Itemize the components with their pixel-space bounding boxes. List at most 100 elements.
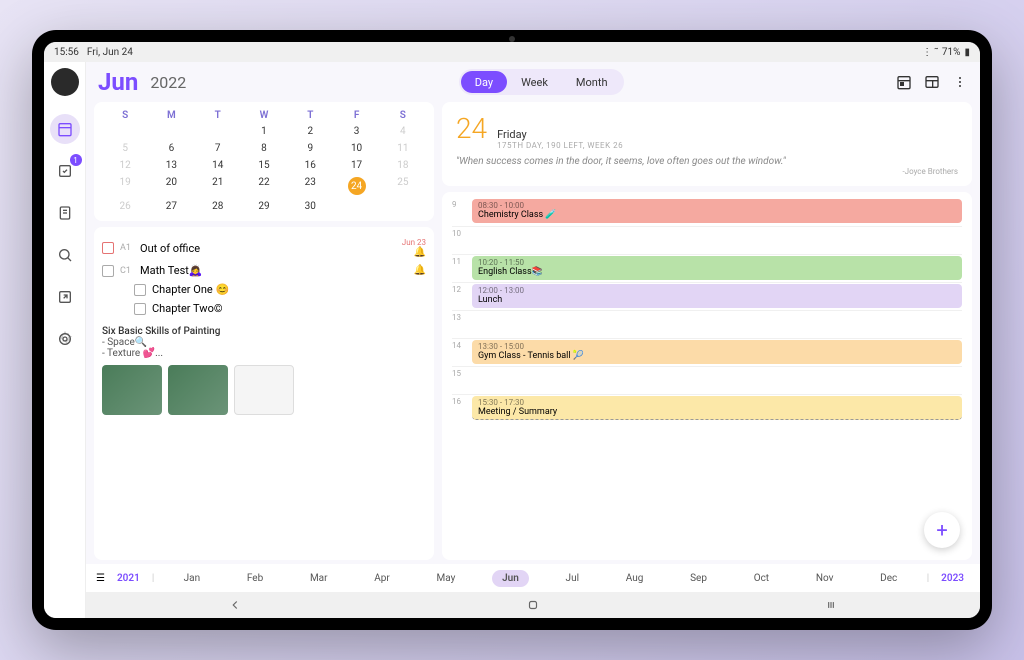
cal-day[interactable]: 5 bbox=[102, 140, 148, 157]
schedule-row: 1110:20 - 11:50English Class📚 bbox=[452, 254, 962, 282]
cal-day[interactable]: 12 bbox=[102, 157, 148, 174]
add-event-button[interactable]: + bbox=[924, 512, 960, 548]
checkbox[interactable] bbox=[102, 242, 114, 254]
sidebar-calendar-button[interactable] bbox=[50, 114, 80, 144]
recent-button[interactable] bbox=[824, 598, 838, 612]
battery-icon: ▮ bbox=[964, 47, 970, 58]
strip-month-apr[interactable]: Apr bbox=[364, 570, 400, 587]
cal-day[interactable]: 22 bbox=[241, 174, 287, 198]
strip-month-may[interactable]: May bbox=[427, 570, 466, 587]
note-thumbnail[interactable] bbox=[168, 365, 228, 415]
menu-icon[interactable]: ☰ bbox=[96, 573, 105, 584]
strip-month-nov[interactable]: Nov bbox=[806, 570, 844, 587]
schedule-hour: 9 bbox=[452, 198, 472, 209]
schedule-row: 15 bbox=[452, 366, 962, 394]
cal-day[interactable]: 15 bbox=[241, 157, 287, 174]
view-month-button[interactable]: Month bbox=[562, 71, 622, 93]
cal-day[interactable]: 1 bbox=[241, 123, 287, 140]
cal-day[interactable]: 13 bbox=[148, 157, 194, 174]
event-title: Meeting / Summary bbox=[478, 407, 956, 417]
schedule-event[interactable]: 12:00 - 13:00Lunch bbox=[472, 284, 962, 308]
avatar[interactable] bbox=[51, 68, 79, 96]
view-week-button[interactable]: Week bbox=[507, 71, 562, 93]
checkbox[interactable] bbox=[134, 284, 146, 296]
cal-day[interactable]: 21 bbox=[195, 174, 241, 198]
cal-day[interactable]: 27 bbox=[148, 198, 194, 215]
back-button[interactable] bbox=[228, 598, 242, 612]
header-year: 2022 bbox=[150, 73, 186, 92]
sidebar-settings-button[interactable] bbox=[50, 324, 80, 354]
checkbox[interactable] bbox=[134, 303, 146, 315]
subtask-item[interactable]: Chapter Two© bbox=[134, 299, 426, 318]
note-thumbnail[interactable] bbox=[234, 365, 294, 415]
event-title: Lunch bbox=[478, 295, 956, 305]
event-time: 08:30 - 10:00 bbox=[478, 201, 956, 210]
strip-month-feb[interactable]: Feb bbox=[237, 570, 273, 587]
sidebar-tasks-button[interactable]: 1 bbox=[50, 156, 80, 186]
sidebar-search-button[interactable] bbox=[50, 240, 80, 270]
cal-day[interactable]: 6 bbox=[148, 140, 194, 157]
today-icon[interactable] bbox=[896, 74, 912, 90]
cal-day[interactable]: 4 bbox=[380, 123, 426, 140]
cal-day[interactable]: 24 bbox=[333, 174, 379, 198]
cal-day[interactable]: 3 bbox=[333, 123, 379, 140]
view-toggle: Day Week Month bbox=[459, 69, 624, 95]
schedule-hour: 15 bbox=[452, 367, 472, 378]
task-item[interactable]: C1 Math Test🙇‍♀️ 🔔 bbox=[102, 261, 426, 280]
cal-day[interactable]: 28 bbox=[195, 198, 241, 215]
strip-month-mar[interactable]: Mar bbox=[300, 570, 338, 587]
sidebar-share-button[interactable] bbox=[50, 282, 80, 312]
strip-month-jan[interactable]: Jan bbox=[174, 570, 210, 587]
strip-month-jun[interactable]: Jun bbox=[492, 570, 529, 587]
note-thumbnail[interactable] bbox=[102, 365, 162, 415]
cal-day[interactable]: 16 bbox=[287, 157, 333, 174]
cal-day[interactable]: 26 bbox=[102, 198, 148, 215]
cal-day[interactable]: 25 bbox=[380, 174, 426, 198]
schedule-hour: 12 bbox=[452, 283, 472, 294]
cal-day[interactable]: 14 bbox=[195, 157, 241, 174]
strip-month-aug[interactable]: Aug bbox=[616, 570, 654, 587]
cal-dow: W bbox=[241, 108, 287, 123]
cal-dow: T bbox=[195, 108, 241, 123]
prev-year[interactable]: 2021 bbox=[111, 573, 146, 584]
home-button[interactable] bbox=[526, 598, 540, 612]
cal-day[interactable]: 17 bbox=[333, 157, 379, 174]
cal-day[interactable]: 30 bbox=[287, 198, 333, 215]
strip-month-jul[interactable]: Jul bbox=[556, 570, 589, 587]
strip-month-sep[interactable]: Sep bbox=[680, 570, 717, 587]
schedule-row: 1413:30 - 15:00Gym Class - Tennis ball 🎾 bbox=[452, 338, 962, 366]
view-day-button[interactable]: Day bbox=[461, 71, 507, 93]
cal-day[interactable]: 2 bbox=[287, 123, 333, 140]
cal-day[interactable]: 20 bbox=[148, 174, 194, 198]
layout-icon[interactable] bbox=[924, 74, 940, 90]
cal-day[interactable]: 29 bbox=[241, 198, 287, 215]
strip-month-dec[interactable]: Dec bbox=[870, 570, 907, 587]
checkbox[interactable] bbox=[102, 265, 114, 277]
subtask-item[interactable]: Chapter One 😊 bbox=[134, 280, 426, 299]
header: Jun 2022 Day Week Month bbox=[86, 62, 980, 102]
schedule-event[interactable]: 08:30 - 10:00Chemistry Class 🧪 bbox=[472, 199, 962, 223]
more-icon[interactable] bbox=[952, 74, 968, 90]
schedule-event[interactable]: 15:30 - 17:30Meeting / Summary bbox=[472, 396, 962, 420]
cal-day[interactable]: 19 bbox=[102, 174, 148, 198]
strip-month-oct[interactable]: Oct bbox=[744, 570, 779, 587]
next-year[interactable]: 2023 bbox=[935, 573, 970, 584]
sidebar-notes-button[interactable] bbox=[50, 198, 80, 228]
cal-dow: T bbox=[287, 108, 333, 123]
note-section: Six Basic Skills of Painting - Space🔍 - … bbox=[102, 326, 426, 415]
cal-day[interactable]: 10 bbox=[333, 140, 379, 157]
cal-day[interactable]: 11 bbox=[380, 140, 426, 157]
event-title: Gym Class - Tennis ball 🎾 bbox=[478, 351, 956, 361]
task-text: Out of office bbox=[140, 242, 200, 255]
cal-day[interactable]: 8 bbox=[241, 140, 287, 157]
cal-day[interactable]: 23 bbox=[287, 174, 333, 198]
bell-icon: 🔔 bbox=[414, 265, 426, 276]
schedule-event[interactable]: 13:30 - 15:00Gym Class - Tennis ball 🎾 bbox=[472, 340, 962, 364]
cal-day[interactable]: 7 bbox=[195, 140, 241, 157]
task-item[interactable]: A1 Out of office Jun 23 🔔 bbox=[102, 235, 426, 261]
cal-day[interactable]: 18 bbox=[380, 157, 426, 174]
note-line: - Texture 💕... bbox=[102, 348, 426, 359]
event-time: 13:30 - 15:00 bbox=[478, 342, 956, 351]
cal-day[interactable]: 9 bbox=[287, 140, 333, 157]
schedule-event[interactable]: 10:20 - 11:50English Class📚 bbox=[472, 256, 962, 280]
